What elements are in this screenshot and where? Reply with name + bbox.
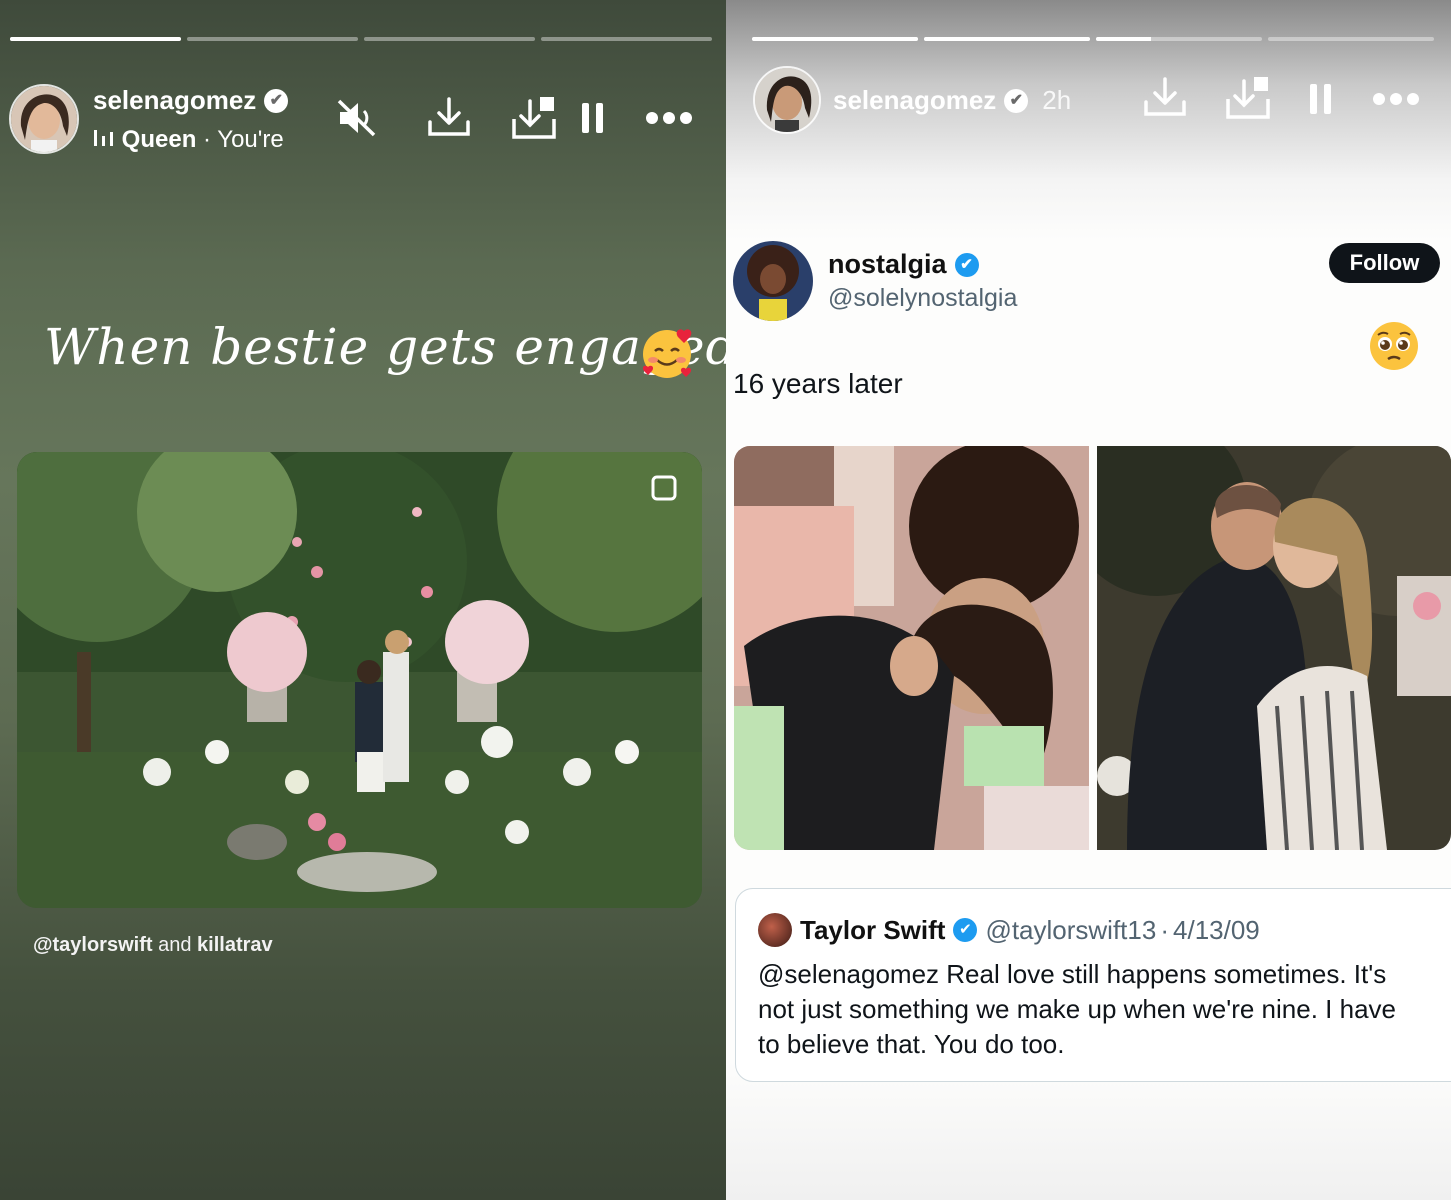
save-to-archive-icon[interactable] — [510, 95, 558, 146]
mute-icon[interactable] — [336, 98, 378, 143]
progress-segment — [364, 37, 535, 41]
save-to-archive-icon[interactable] — [1224, 75, 1272, 126]
audio-bars-icon — [93, 127, 115, 155]
smiling-face-with-hearts-emoji — [640, 327, 694, 386]
more-icon[interactable] — [645, 110, 693, 131]
music-artist: You're — [217, 126, 284, 153]
tag-taylorswift[interactable]: @taylorswift — [33, 934, 153, 956]
download-icon[interactable] — [1142, 76, 1188, 125]
post-photo-1[interactable] — [734, 446, 1089, 850]
progress-fill — [10, 37, 181, 41]
username[interactable]: selenagomez ✔ 2h — [833, 85, 1071, 116]
verified-badge-icon: ✔ — [953, 918, 978, 942]
progress-segment — [924, 37, 1090, 41]
more-icon[interactable] — [1372, 91, 1420, 112]
tag-killatrav[interactable]: killatrav — [197, 934, 273, 956]
progress-segment — [187, 37, 358, 41]
quoted-author-name[interactable]: Taylor Swift — [800, 915, 945, 946]
username[interactable]: selenagomez ✔ — [93, 85, 289, 116]
progress-segment — [1096, 37, 1262, 41]
verified-badge-icon: ✔ — [264, 88, 289, 113]
post-author-handle[interactable]: @solelynostalgia — [828, 284, 1017, 313]
quoted-post[interactable]: Taylor Swift ✔ @taylorswift13 · 4/13/09 … — [735, 888, 1451, 1082]
progress-fill — [752, 37, 918, 41]
post-time: 2h — [1042, 85, 1072, 115]
engagement-photo[interactable] — [17, 452, 702, 908]
download-icon[interactable] — [426, 96, 472, 145]
right-story-panel: selenagomez ✔ 2h nostalgia ✔ @solelynost… — [726, 0, 1451, 1200]
avatar[interactable] — [753, 66, 821, 134]
progress-segment — [752, 37, 918, 41]
post-author-name[interactable]: nostalgia ✔ — [828, 249, 979, 280]
top-shade — [726, 0, 1451, 240]
left-story-panel: selenagomez ✔ Queen · You're When bestie… — [0, 0, 726, 1200]
story-text-overlay: When bestie gets engaged — [44, 318, 726, 376]
progress-segment — [10, 37, 181, 41]
verified-badge-icon: ✔ — [1004, 88, 1029, 113]
post-author-avatar[interactable] — [733, 241, 813, 321]
quoted-post-header: Taylor Swift ✔ @taylorswift13 · 4/13/09 — [758, 913, 1260, 947]
pause-icon[interactable] — [1308, 82, 1334, 121]
story-progress-bar — [752, 37, 1434, 41]
avatar[interactable] — [9, 84, 79, 154]
quoted-author-handle[interactable]: @taylorswift13 — [985, 915, 1156, 946]
story-progress-bar — [10, 37, 712, 41]
music-info[interactable]: Queen · You're — [93, 126, 284, 155]
progress-segment — [1268, 37, 1434, 41]
progress-fill — [1096, 37, 1151, 41]
follow-button[interactable]: Follow — [1329, 243, 1440, 283]
progress-fill — [924, 37, 1090, 41]
quoted-author-avatar[interactable] — [758, 913, 792, 947]
post-photo-2[interactable] — [1097, 446, 1451, 850]
progress-segment — [541, 37, 712, 41]
music-track: Queen — [121, 126, 197, 153]
pause-icon[interactable] — [580, 101, 606, 140]
pleading-face-emoji — [1368, 320, 1420, 377]
post-text: 16 years later — [733, 368, 903, 399]
verified-badge-icon: ✔ — [954, 252, 979, 277]
quoted-post-date: 4/13/09 — [1173, 914, 1260, 945]
story-tags[interactable]: @taylorswift and killatrav — [33, 934, 273, 957]
quoted-post-text: @selenagomez Real love still happens som… — [758, 959, 1396, 1059]
